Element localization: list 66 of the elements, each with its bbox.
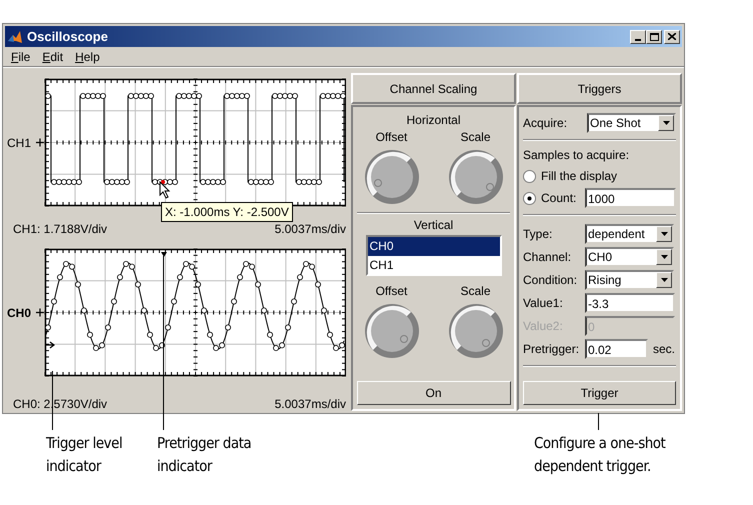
section-title: Vertical [414, 217, 454, 234]
on-button[interactable]: On [356, 381, 510, 405]
leader-line [598, 413, 599, 430]
time-per-div-label: 5.0037ms/div [274, 221, 346, 238]
field-label: Type: [523, 226, 554, 243]
radio-label: Fill the display [541, 168, 618, 185]
field-label: Channel: [523, 249, 572, 266]
channel-marker-icon [35, 308, 45, 318]
panel-header-button[interactable]: Channel Scaling [351, 73, 516, 104]
knob-label: Offset [376, 129, 408, 146]
knob[interactable] [448, 149, 504, 205]
minimize-icon [635, 38, 641, 40]
panel-header-button[interactable]: Triggers [517, 73, 682, 104]
radio-button[interactable] [523, 170, 536, 182]
window-title: Oscilloscope [27, 28, 108, 46]
unit-label: sec. [653, 341, 676, 358]
menu-item[interactable]: Help [74, 48, 101, 66]
input-field[interactable]: -3.3 [585, 293, 675, 313]
dropdown[interactable]: CH0 [585, 247, 674, 267]
radio-button[interactable] [523, 192, 536, 204]
field-label: Condition: [523, 272, 578, 289]
dropdown-arrow-icon [660, 278, 668, 282]
knob[interactable] [448, 303, 504, 359]
pretrigger-marker-icon [161, 252, 167, 257]
channel-label: CH0 [7, 304, 32, 322]
app-icon [7, 28, 23, 44]
menu-item[interactable]: File [10, 48, 32, 66]
time-per-div-label: 5.0037ms/div [274, 396, 346, 413]
dropdown-arrow-icon [660, 255, 668, 259]
knob-label: Scale [460, 283, 491, 300]
volts-per-div-label: CH1: 1.7188V/div [13, 221, 108, 238]
knob-label: Scale [460, 129, 491, 146]
list-item[interactable]: CH0 [368, 237, 500, 256]
radio-label: Count: [541, 190, 578, 207]
callout-text: Trigger level indicator [46, 433, 124, 477]
maximize-icon [650, 32, 658, 40]
channel-marker-icon [35, 138, 45, 148]
callout-text: Pretrigger data indicator [157, 433, 252, 477]
trigger-button[interactable]: Trigger [523, 381, 676, 405]
minimize-button[interactable] [630, 30, 646, 44]
input-field[interactable]: 0.02 [585, 339, 648, 359]
field-label: Pretrigger: [523, 341, 580, 358]
cursor-icon [159, 181, 171, 199]
knob-label: Offset [376, 283, 408, 300]
leader-line [52, 371, 53, 430]
field-label: Acquire: [523, 115, 568, 132]
tooltip: X: -1.000ms Y: -2.500V [161, 202, 293, 222]
dropdown-arrow-icon [662, 121, 670, 125]
dropdown[interactable]: Rising [585, 270, 674, 290]
knob[interactable] [364, 149, 420, 205]
section-title: Horizontal [406, 112, 461, 129]
dropdown-arrow-icon [660, 232, 668, 236]
callout-text: Configure a one-shot dependent trigger. [534, 433, 666, 477]
close-button[interactable] [664, 30, 680, 44]
dropdown[interactable]: One Shot [587, 113, 676, 133]
dropdown[interactable]: dependent [585, 224, 674, 244]
menu-item[interactable]: Edit [41, 48, 64, 66]
maximize-button[interactable] [646, 30, 662, 44]
close-icon [668, 33, 676, 40]
knob[interactable] [364, 303, 420, 359]
trigger-level-arrow [45, 341, 55, 349]
section-label: Samples to acquire: [523, 147, 630, 164]
channel-label: CH1 [7, 134, 32, 152]
input-field[interactable]: 1000 [585, 188, 676, 208]
data-cursor-point [161, 180, 165, 184]
field-label: Value1: [523, 295, 564, 312]
